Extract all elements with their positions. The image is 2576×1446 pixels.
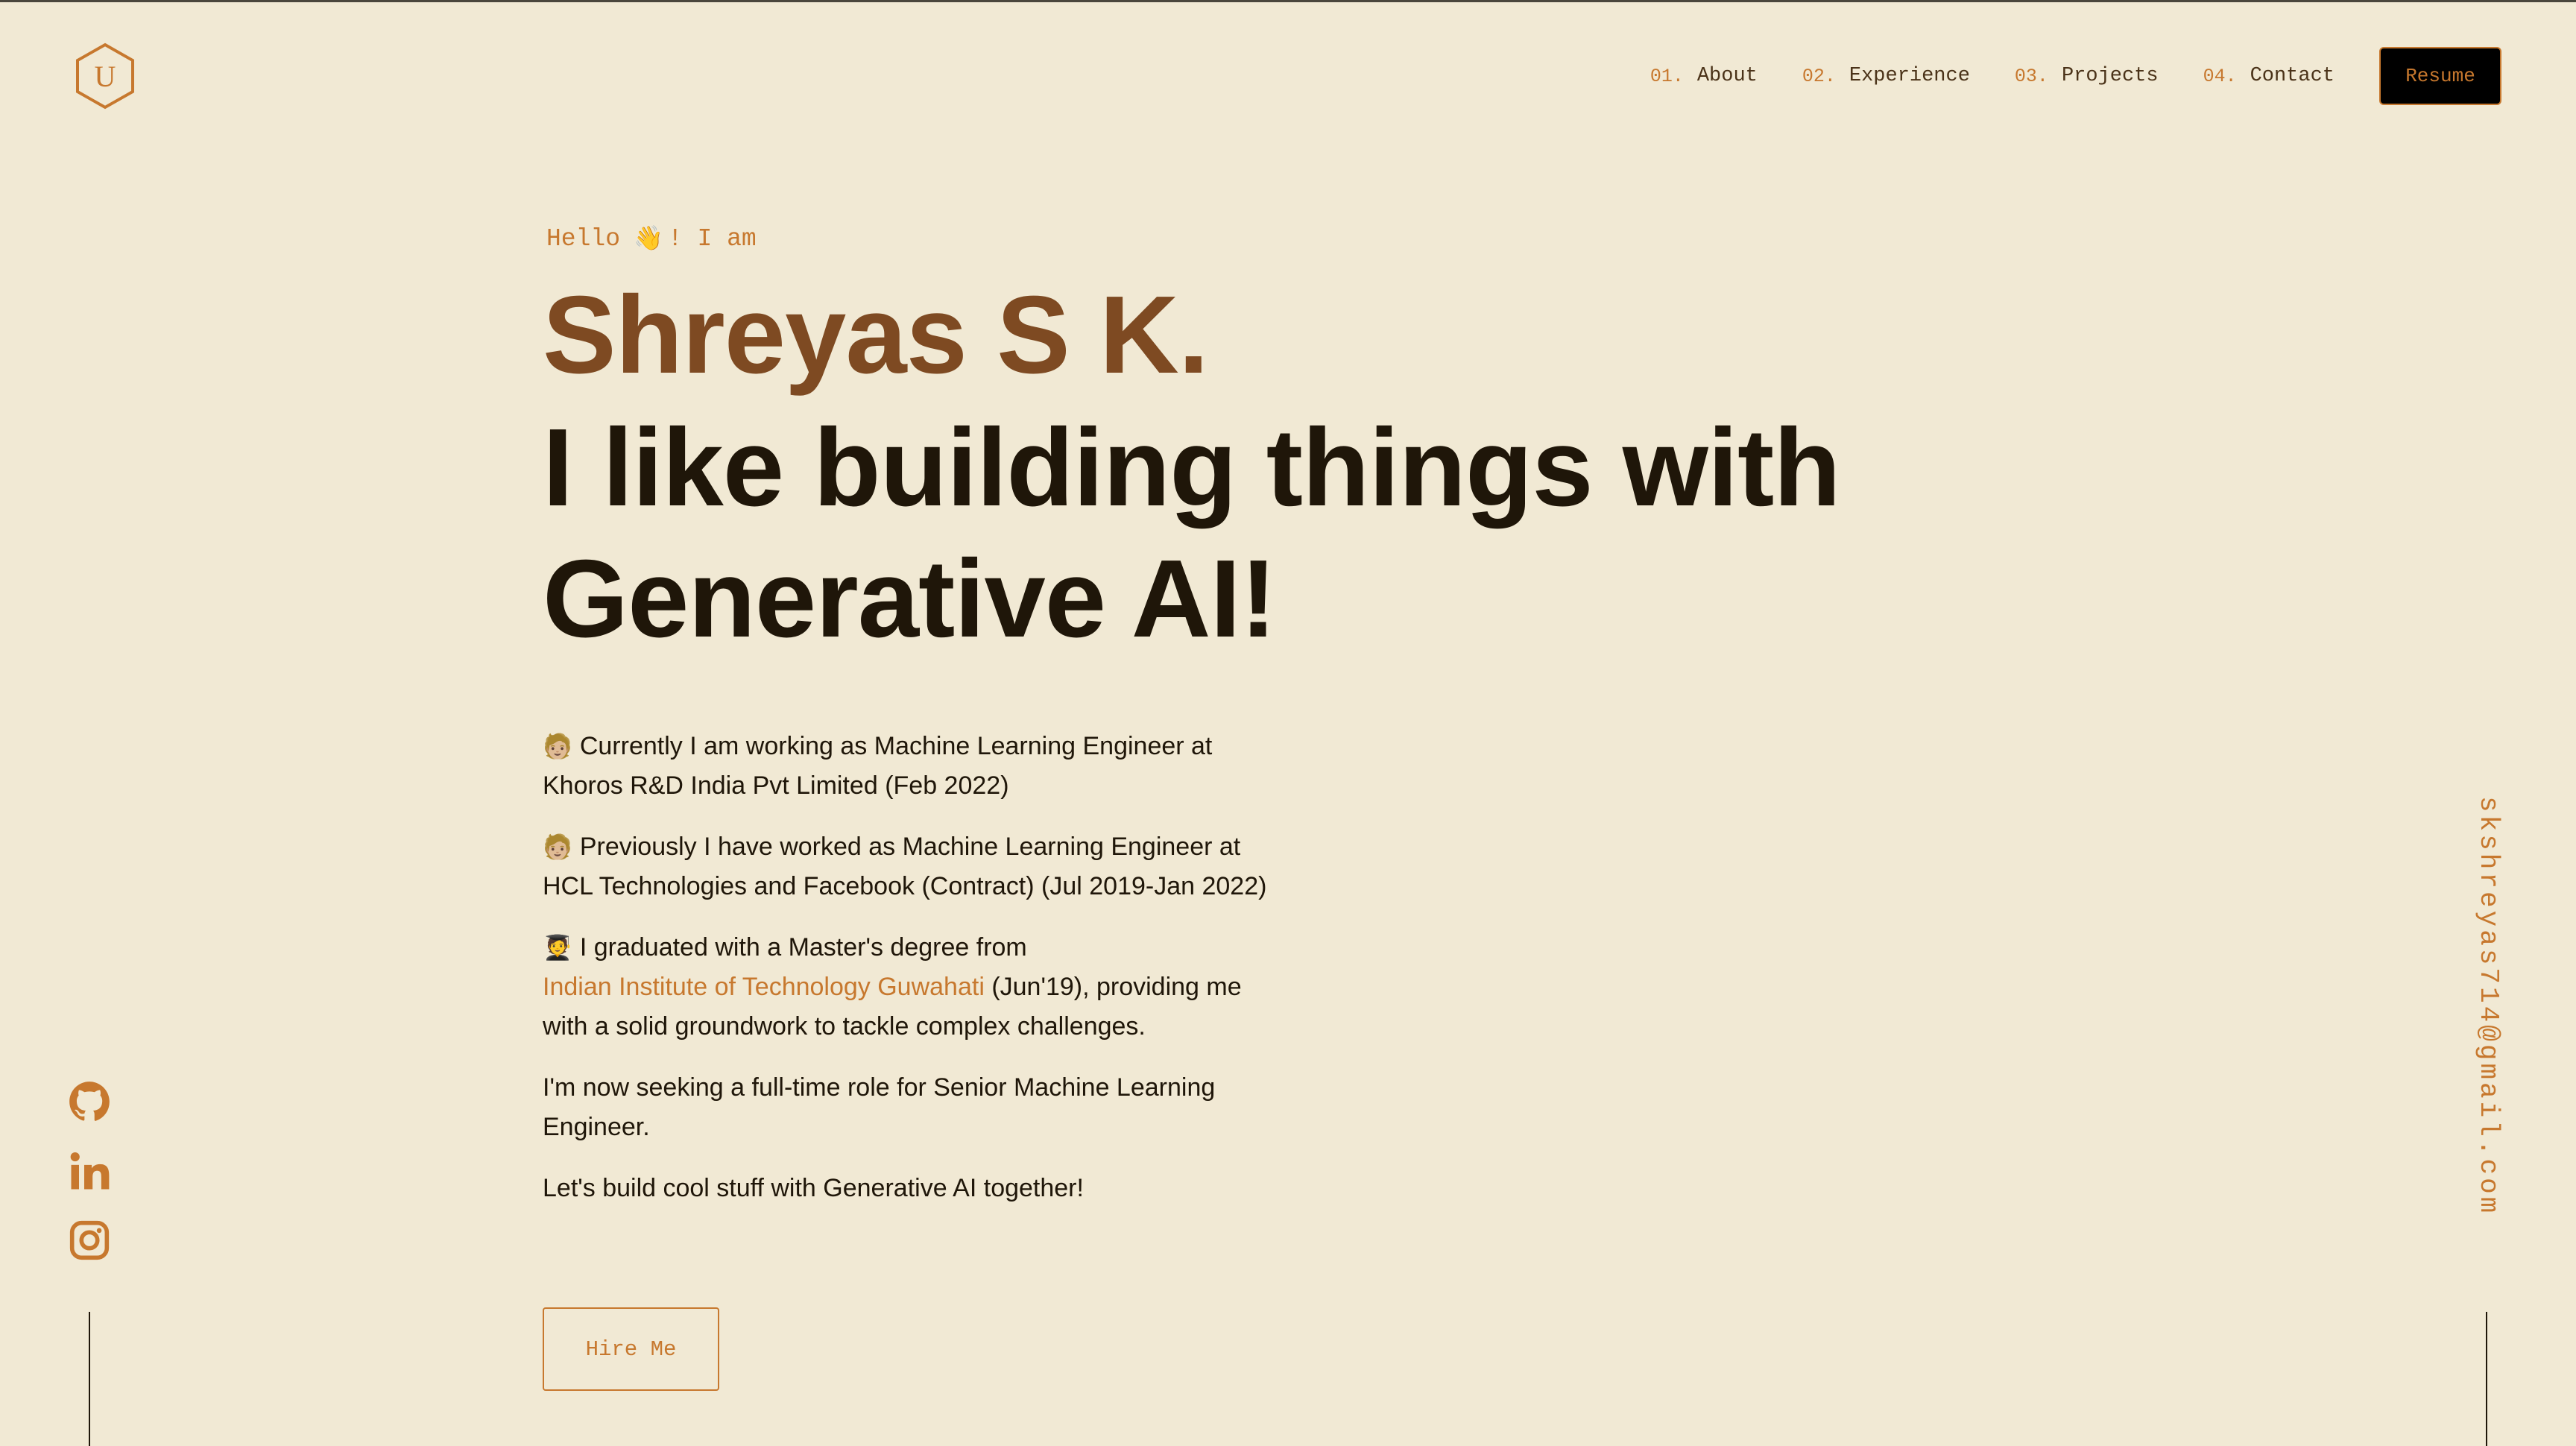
iit-guwahati-link[interactable]: Indian Institute of Technology Guwahati: [543, 973, 985, 1001]
linkedin-icon: [70, 1152, 110, 1190]
bio-text: with a solid groundwork to tackle comple…: [543, 1012, 1146, 1041]
bio-text: I graduated with a Master's degree from: [579, 933, 1027, 962]
nav-number: 01.: [1650, 65, 1684, 87]
nav-number: 04.: [2203, 65, 2237, 87]
nav-item-projects[interactable]: 03. Projects: [2015, 65, 2159, 87]
bio-current-role: 🧑🏼 Currently I am working as Machine Lear…: [543, 727, 1325, 806]
logo-letter: U: [94, 59, 116, 93]
linkedin-link[interactable]: [69, 1150, 110, 1192]
right-vertical-line: [2486, 1312, 2487, 1446]
github-icon: [69, 1082, 110, 1121]
top-border: [0, 0, 2576, 2]
hire-me-button[interactable]: Hire Me: [543, 1307, 719, 1391]
bio-seeking: I'm now seeking a full-time role for Sen…: [543, 1068, 1325, 1147]
nav-label: About: [1696, 65, 1758, 87]
bio-text: HCL Technologies and Facebook (Contract)…: [543, 872, 1267, 900]
tagline-line-1: I like building things with: [543, 406, 1841, 529]
greeting: Hello 👋! I am: [546, 224, 757, 254]
nav-label: Projects: [2061, 65, 2159, 87]
bio: 🧑🏼 Currently I am working as Machine Lear…: [543, 727, 1325, 1230]
left-vertical-line: [89, 1312, 90, 1446]
nav-item-contact[interactable]: 04. Contact: [2203, 65, 2334, 87]
hero-tagline: I like building things with Generative A…: [543, 402, 1841, 665]
nav-number: 02.: [1802, 65, 1836, 87]
bio-text: (Jun'19), providing me: [984, 973, 1242, 1001]
bio-education: 🧑‍🎓 I graduated with a Master's degree fr…: [543, 928, 1325, 1046]
bio-text: Previously I have worked as Machine Lear…: [579, 833, 1241, 861]
waving-hand-icon: 👋: [634, 226, 663, 253]
main-nav: 01. About 02. Experience 03. Projects 04…: [1650, 46, 2501, 106]
instagram-link[interactable]: [69, 1219, 110, 1261]
bio-text: Currently I am working as Machine Learni…: [579, 732, 1213, 760]
graduate-icon: 🧑‍🎓: [543, 934, 572, 961]
person-icon: 🧑🏼: [543, 833, 572, 860]
instagram-icon: [69, 1220, 110, 1260]
github-link[interactable]: [69, 1081, 110, 1123]
nav-item-experience[interactable]: 02. Experience: [1802, 65, 1970, 87]
resume-button[interactable]: Resume: [2379, 47, 2501, 105]
nav-number: 03.: [2014, 65, 2048, 87]
bio-cta: Let's build cool stuff with Generative A…: [543, 1174, 1084, 1202]
greeting-suffix: ! I am: [667, 224, 757, 253]
logo-link[interactable]: U: [73, 42, 137, 110]
person-icon: 🧑🏼: [543, 733, 572, 760]
bio-text: Engineer.: [543, 1113, 650, 1141]
greeting-prefix: Hello: [546, 224, 621, 253]
nav-label: Contact: [2250, 65, 2334, 87]
bio-text: I'm now seeking a full-time role for Sen…: [543, 1073, 1216, 1102]
social-links: [69, 1081, 110, 1289]
bio-previous-role: 🧑🏼 Previously I have worked as Machine Le…: [543, 827, 1325, 906]
email-link[interactable]: skshreyas714@gmail.com: [2473, 796, 2504, 1216]
nav-item-about[interactable]: 01. About: [1650, 65, 1758, 87]
nav-label: Experience: [1849, 65, 1970, 87]
bio-text: Khoros R&D India Pvt Limited (Feb 2022): [543, 771, 1009, 800]
hero-name: Shreyas S K.: [543, 274, 1209, 397]
tagline-line-2: Generative AI!: [543, 537, 1277, 660]
